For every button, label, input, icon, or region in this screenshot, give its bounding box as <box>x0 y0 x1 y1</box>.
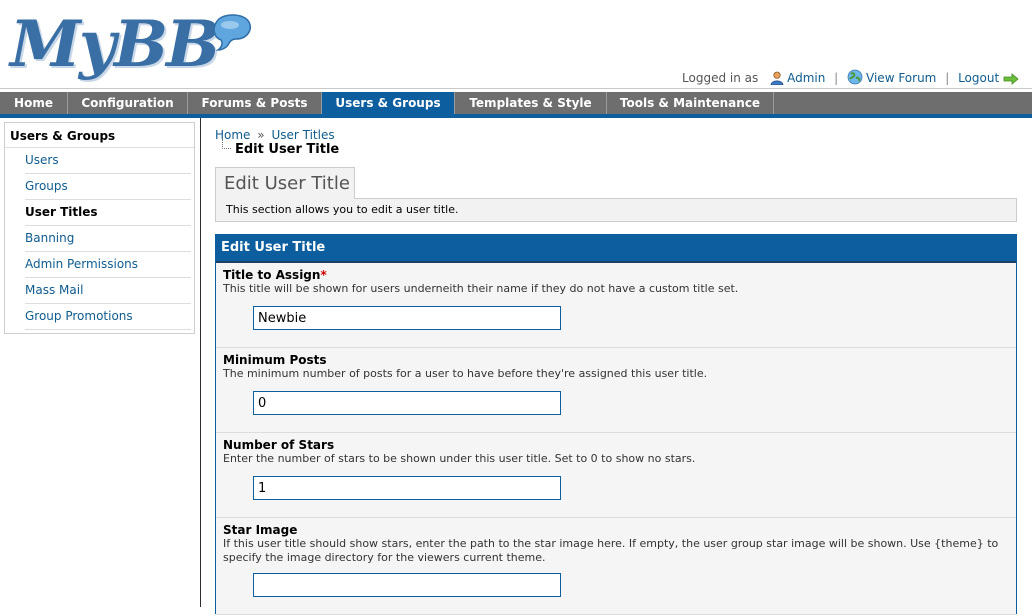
speech-bubble-icon <box>213 14 251 51</box>
sidebar-item-admin-permissions[interactable]: Admin Permissions <box>25 252 191 278</box>
field-label: Title to Assign <box>223 268 321 282</box>
logged-in-label: Logged in as <box>682 71 759 85</box>
sidebar: Users & Groups Users Groups User Titles … <box>0 118 201 607</box>
arrow-right-icon <box>1003 73 1019 88</box>
field-label: Star Image <box>223 523 298 537</box>
mybb-logo[interactable]: MyBB <box>10 7 251 82</box>
tab-templates-style[interactable]: Templates & Style <box>455 92 607 114</box>
tab-tools-maintenance[interactable]: Tools & Maintenance <box>607 92 774 114</box>
header-divider <box>0 88 1032 89</box>
user-bar: Logged in as Admin | View Forum | Logout <box>682 69 1022 88</box>
sidebar-item-mass-mail[interactable]: Mass Mail <box>25 278 191 304</box>
main-nav: Home Configuration Forums & Posts Users … <box>0 92 1032 114</box>
minimum-posts-input[interactable] <box>253 391 561 415</box>
sidebar-menu: Users & Groups Users Groups User Titles … <box>4 122 195 334</box>
breadcrumb-current: Edit User Title <box>235 142 340 157</box>
page-description: This section allows you to edit a user t… <box>215 198 1017 222</box>
star-image-input[interactable] <box>253 573 561 597</box>
tab-configuration[interactable]: Configuration <box>68 92 188 114</box>
field-description: If this user title should show stars, en… <box>223 537 999 564</box>
title-input[interactable] <box>253 306 561 330</box>
tab-edit-user-title[interactable]: Edit User Title <box>215 167 355 199</box>
field-description: Enter the number of stars to be shown un… <box>223 452 696 465</box>
number-of-stars-input[interactable] <box>253 476 561 500</box>
sidebar-item-user-titles[interactable]: User Titles <box>25 200 191 226</box>
tab-forums-posts[interactable]: Forums & Posts <box>188 92 322 114</box>
required-marker: * <box>320 268 327 282</box>
breadcrumb-separator: » <box>257 128 265 142</box>
form-heading: Edit User Title <box>216 235 1016 263</box>
user-icon <box>770 71 784 88</box>
breadcrumb-user-titles-link[interactable]: User Titles <box>271 128 334 142</box>
sidebar-title: Users & Groups <box>5 123 194 148</box>
globe-icon <box>847 69 863 88</box>
breadcrumb-tree-line <box>222 139 231 149</box>
sidebar-item-groups[interactable]: Groups <box>25 174 191 200</box>
field-number-of-stars: Number of Stars Enter the number of star… <box>216 433 1016 518</box>
field-description: This title will be shown for users under… <box>223 282 739 295</box>
logout-link[interactable]: Logout <box>958 71 999 85</box>
edit-user-title-form: Edit User Title Title to Assign* This ti… <box>215 234 1017 615</box>
sidebar-item-users[interactable]: Users <box>25 148 191 174</box>
field-label: Number of Stars <box>223 438 335 452</box>
view-forum-link[interactable]: View Forum <box>866 71 936 85</box>
separator: | <box>834 71 839 85</box>
field-minimum-posts: Minimum Posts The minimum number of post… <box>216 348 1016 433</box>
field-description: The minimum number of posts for a user t… <box>223 367 708 380</box>
breadcrumb-home-link[interactable]: Home <box>215 128 250 142</box>
field-title-to-assign: Title to Assign* This title will be show… <box>216 263 1016 348</box>
sidebar-item-group-promotions[interactable]: Group Promotions <box>25 304 191 330</box>
separator: | <box>945 71 950 85</box>
field-label: Minimum Posts <box>223 353 327 367</box>
tab-users-groups[interactable]: Users & Groups <box>322 92 455 114</box>
field-title: Title to Assign* <box>223 268 1009 282</box>
breadcrumb: Home » User Titles <box>215 128 335 142</box>
tab-home[interactable]: Home <box>0 92 68 114</box>
field-star-image: Star Image If this user title should sho… <box>216 518 1016 615</box>
header: MyBB Logged in as Admin | View Forum | L… <box>0 0 1032 92</box>
logo-text: MyBB <box>10 7 220 82</box>
admin-link[interactable]: Admin <box>787 71 825 85</box>
page-tabs: Edit User Title This section allows you … <box>215 167 1017 224</box>
sidebar-item-banning[interactable]: Banning <box>25 226 191 252</box>
